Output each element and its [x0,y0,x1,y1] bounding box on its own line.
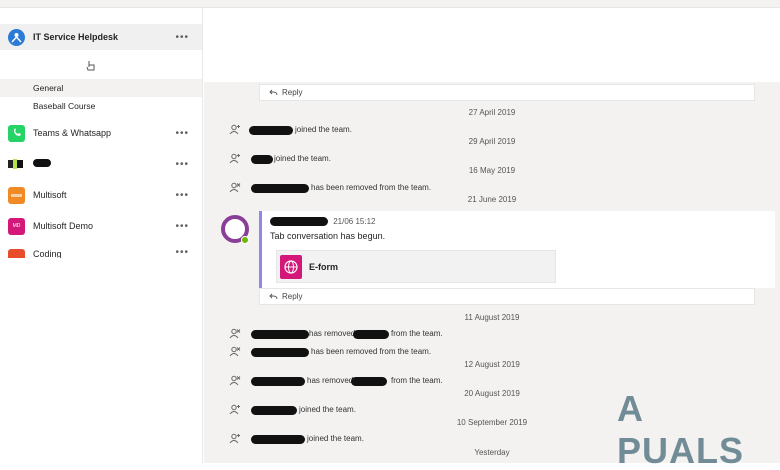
phone-icon [8,124,25,142]
date-separator: 16 May 2019 [468,166,516,175]
event-text: joined the team. [299,405,356,414]
coding-icon [8,249,25,258]
team-teams-whatsapp[interactable]: Teams & Whatsapp ••• [0,120,202,146]
person-remove-icon [229,182,241,193]
event-text: joined the team. [295,125,352,134]
team-multisoft[interactable]: Multisoft ••• [0,182,202,208]
event-text: from the team. [391,376,443,385]
post-meta: 21/06 15:12 [270,217,376,227]
event-text: has been removed from the team. [311,183,432,192]
more-options-icon[interactable]: ••• [175,221,189,232]
event-text: has removed [307,376,354,385]
team-name: Multisoft Demo [33,221,94,231]
more-options-icon[interactable]: ••• [175,247,189,258]
team-name: Teams & Whatsapp [33,128,112,138]
post-time: 21/06 15:12 [333,217,376,226]
person-remove-icon [229,375,241,386]
date-separator: 29 April 2019 [468,137,516,146]
title-strip [0,0,780,8]
team-name: Multisoft [33,190,67,200]
team-it-service-helpdesk[interactable]: IT Service Helpdesk ••• [0,24,202,50]
person-remove-icon [229,328,241,339]
card-title: E-form [309,262,338,272]
message-post: 21/06 15:12 Tab conversation has begun. … [259,211,775,288]
event-text: joined the team. [274,154,331,163]
post-text: Tab conversation has begun. [270,231,386,241]
tab-card[interactable]: E-form [276,250,556,283]
event-text: has removed [309,329,356,338]
channel-baseball-course[interactable]: Baseball Course [0,97,202,115]
channel-general[interactable]: General [0,79,202,97]
team-redacted[interactable]: ••• [0,151,202,177]
date-separator: 12 August 2019 [464,360,520,369]
reply-label[interactable]: Reply [282,88,302,97]
person-add-icon [229,124,240,135]
person-add-icon [229,153,240,164]
team-name-redacted [33,159,51,169]
date-separator: 11 August 2019 [464,313,520,322]
reply-arrow-icon [269,293,278,300]
channel-label: General [33,83,64,93]
more-options-icon[interactable]: ••• [175,32,189,43]
reply-arrow-icon [269,89,278,96]
person-add-icon [229,433,240,444]
team-name: IT Service Helpdesk [33,32,119,42]
person-remove-icon [229,346,241,357]
more-options-icon[interactable]: ••• [175,128,189,139]
reply-label[interactable]: Reply [282,292,302,301]
multi-color-icon [8,155,25,173]
reply-bar[interactable]: Reply [259,84,755,101]
person-network-icon [8,28,25,46]
team-avatar-md: MD [8,217,25,235]
channel-label: Baseball Course [33,101,96,111]
multisoft-logo-icon [8,186,25,204]
team-multisoft-demo[interactable]: MD Multisoft Demo ••• [0,213,202,239]
event-text: has been removed from the team. [311,347,432,356]
team-name: Coding [33,249,62,258]
hand-cursor-icon [86,61,95,71]
more-options-icon[interactable]: ••• [175,159,189,170]
date-separator: 21 June 2019 [467,195,517,204]
channel-header [204,8,780,82]
event-text: from the team. [391,329,443,338]
team-avatar-text: MD [12,223,21,229]
more-options-icon[interactable]: ••• [175,190,189,201]
presence-available-icon [241,236,249,244]
event-text: joined the team. [307,434,364,443]
reply-bar[interactable]: Reply [259,288,755,305]
team-coding[interactable]: Coding ••• [0,244,202,258]
date-separator: 27 April 2019 [468,108,516,117]
appuals-watermark: A PUALS [617,388,745,470]
teams-window: IT Service Helpdesk ••• General Baseball… [0,0,780,470]
teams-sidebar: IT Service Helpdesk ••• General Baseball… [0,8,203,463]
globe-icon [280,255,302,279]
person-add-icon [229,404,240,415]
